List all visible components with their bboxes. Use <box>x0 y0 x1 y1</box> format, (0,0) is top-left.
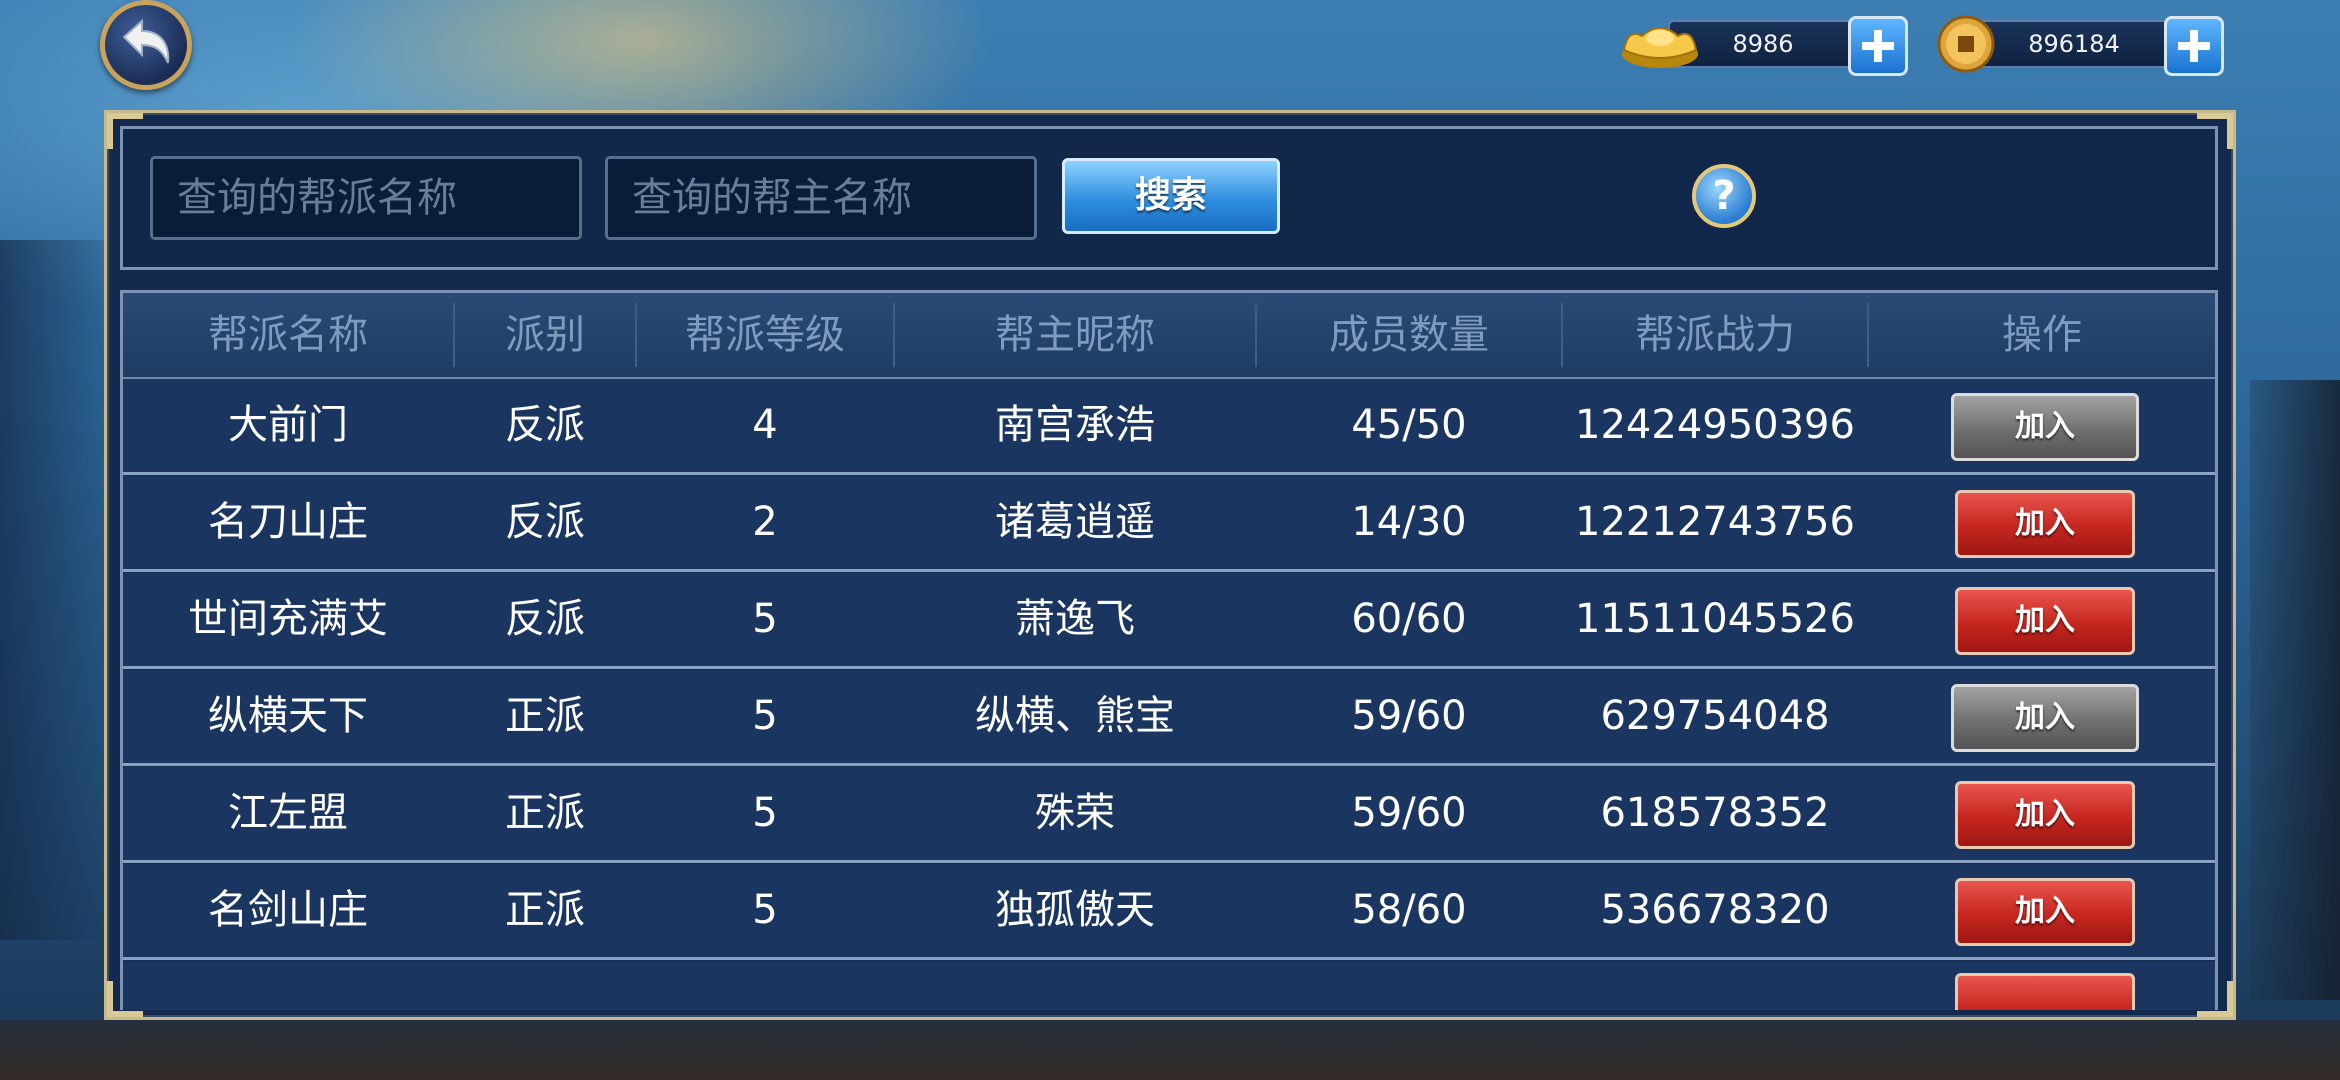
add-gold-button[interactable] <box>1848 16 1908 76</box>
coin-amount: 896184 <box>1976 20 2172 68</box>
header-guild-power: 帮派战力 <box>1635 312 1795 358</box>
join-button[interactable]: 加入 <box>1955 878 2135 946</box>
table-row: 名刀山庄 反派 2 诸葛逍遥 14/30 12212743756 加入 <box>123 476 2215 572</box>
guild-level: 5 <box>752 693 778 739</box>
guild-name: 世间充满艾 <box>188 596 388 642</box>
table-row: 大前门 反派 4 南宫承浩 45/50 12424950396 加入 <box>123 379 2215 475</box>
coin-currency: 896184 <box>1936 14 2226 76</box>
guild-faction: 反派 <box>505 402 585 448</box>
guild-leader: 南宫承浩 <box>995 402 1155 448</box>
back-button[interactable] <box>100 0 192 90</box>
guild-leader: 殊荣 <box>1035 790 1115 836</box>
guild-faction: 反派 <box>505 596 585 642</box>
plus-icon <box>2178 30 2210 62</box>
guild-power: 618578352 <box>1600 790 1830 836</box>
join-button[interactable]: 加入 <box>1955 781 2135 849</box>
guild-level: 5 <box>752 790 778 836</box>
help-button[interactable]: ? <box>1692 164 1756 228</box>
copper-coin-icon <box>1937 15 1995 73</box>
guild-level: 5 <box>752 887 778 933</box>
guild-leader: 纵横、熊宝 <box>975 693 1175 739</box>
header-action: 操作 <box>2002 312 2082 358</box>
guild-faction: 反派 <box>505 499 585 545</box>
header-guild-name: 帮派名称 <box>208 312 368 358</box>
question-mark-icon: ? <box>1712 173 1736 219</box>
header-guild-level: 帮派等级 <box>685 312 845 358</box>
join-button[interactable]: 加入 <box>1951 393 2139 461</box>
guild-members: 59/60 <box>1351 693 1467 739</box>
guild-power: 629754048 <box>1600 693 1830 739</box>
background-bottom <box>0 1020 2340 1080</box>
guild-leader: 萧逸飞 <box>1015 596 1135 642</box>
table-row-partial <box>123 961 2215 1010</box>
table-header: 帮派名称 派别 帮派等级 帮主昵称 成员数量 帮派战力 操作 <box>123 293 2215 379</box>
guild-level: 5 <box>752 596 778 642</box>
guild-members: 60/60 <box>1351 596 1467 642</box>
join-button[interactable]: 加入 <box>1955 587 2135 655</box>
plus-icon <box>1862 30 1894 62</box>
gold-ingot-icon <box>1622 27 1698 68</box>
guild-table: 帮派名称 派别 帮派等级 帮主昵称 成员数量 帮派战力 操作 大前门 反派 4 … <box>120 290 2218 1010</box>
guild-faction: 正派 <box>505 790 585 836</box>
join-button[interactable]: 加入 <box>1955 490 2135 558</box>
guild-name-search-input[interactable] <box>150 156 582 240</box>
background-right <box>2250 380 2340 1000</box>
header-faction: 派别 <box>505 312 585 358</box>
background-left <box>0 240 110 940</box>
add-coin-button[interactable] <box>2164 16 2224 76</box>
join-button[interactable]: 加入 <box>1951 684 2139 752</box>
table-row: 江左盟 正派 5 殊荣 59/60 618578352 加入 <box>123 767 2215 863</box>
guild-level: 2 <box>752 499 778 545</box>
guild-faction: 正派 <box>505 693 585 739</box>
guild-leader: 诸葛逍遥 <box>995 499 1155 545</box>
leader-name-search-input[interactable] <box>605 156 1037 240</box>
guild-name: 名剑山庄 <box>208 887 368 933</box>
guild-members: 14/30 <box>1351 499 1467 545</box>
guild-members: 58/60 <box>1351 887 1467 933</box>
back-arrow-icon <box>122 18 170 64</box>
guild-level: 4 <box>752 402 778 448</box>
table-row: 世间充满艾 反派 5 萧逸飞 60/60 11511045526 加入 <box>123 573 2215 669</box>
search-button[interactable]: 搜索 <box>1062 158 1280 234</box>
header-leader-name: 帮主昵称 <box>995 312 1155 358</box>
guild-power: 11511045526 <box>1575 596 1855 642</box>
guild-power: 12212743756 <box>1575 499 1855 545</box>
guild-leader: 独孤傲天 <box>995 887 1155 933</box>
guild-name: 大前门 <box>228 402 348 448</box>
table-row: 纵横天下 正派 5 纵横、熊宝 59/60 629754048 加入 <box>123 670 2215 766</box>
table-row: 名剑山庄 正派 5 独孤傲天 58/60 536678320 加入 <box>123 864 2215 960</box>
guild-members: 59/60 <box>1351 790 1467 836</box>
guild-power: 12424950396 <box>1575 402 1855 448</box>
gold-currency: 8986 <box>1618 14 1910 76</box>
guild-name: 江左盟 <box>228 790 348 836</box>
join-button-partial[interactable] <box>1955 973 2135 1010</box>
header-member-count: 成员数量 <box>1329 312 1489 358</box>
guild-name: 纵横天下 <box>208 693 368 739</box>
guild-name: 名刀山庄 <box>208 499 368 545</box>
guild-faction: 正派 <box>505 887 585 933</box>
guild-power: 536678320 <box>1600 887 1830 933</box>
guild-members: 45/50 <box>1351 402 1467 448</box>
